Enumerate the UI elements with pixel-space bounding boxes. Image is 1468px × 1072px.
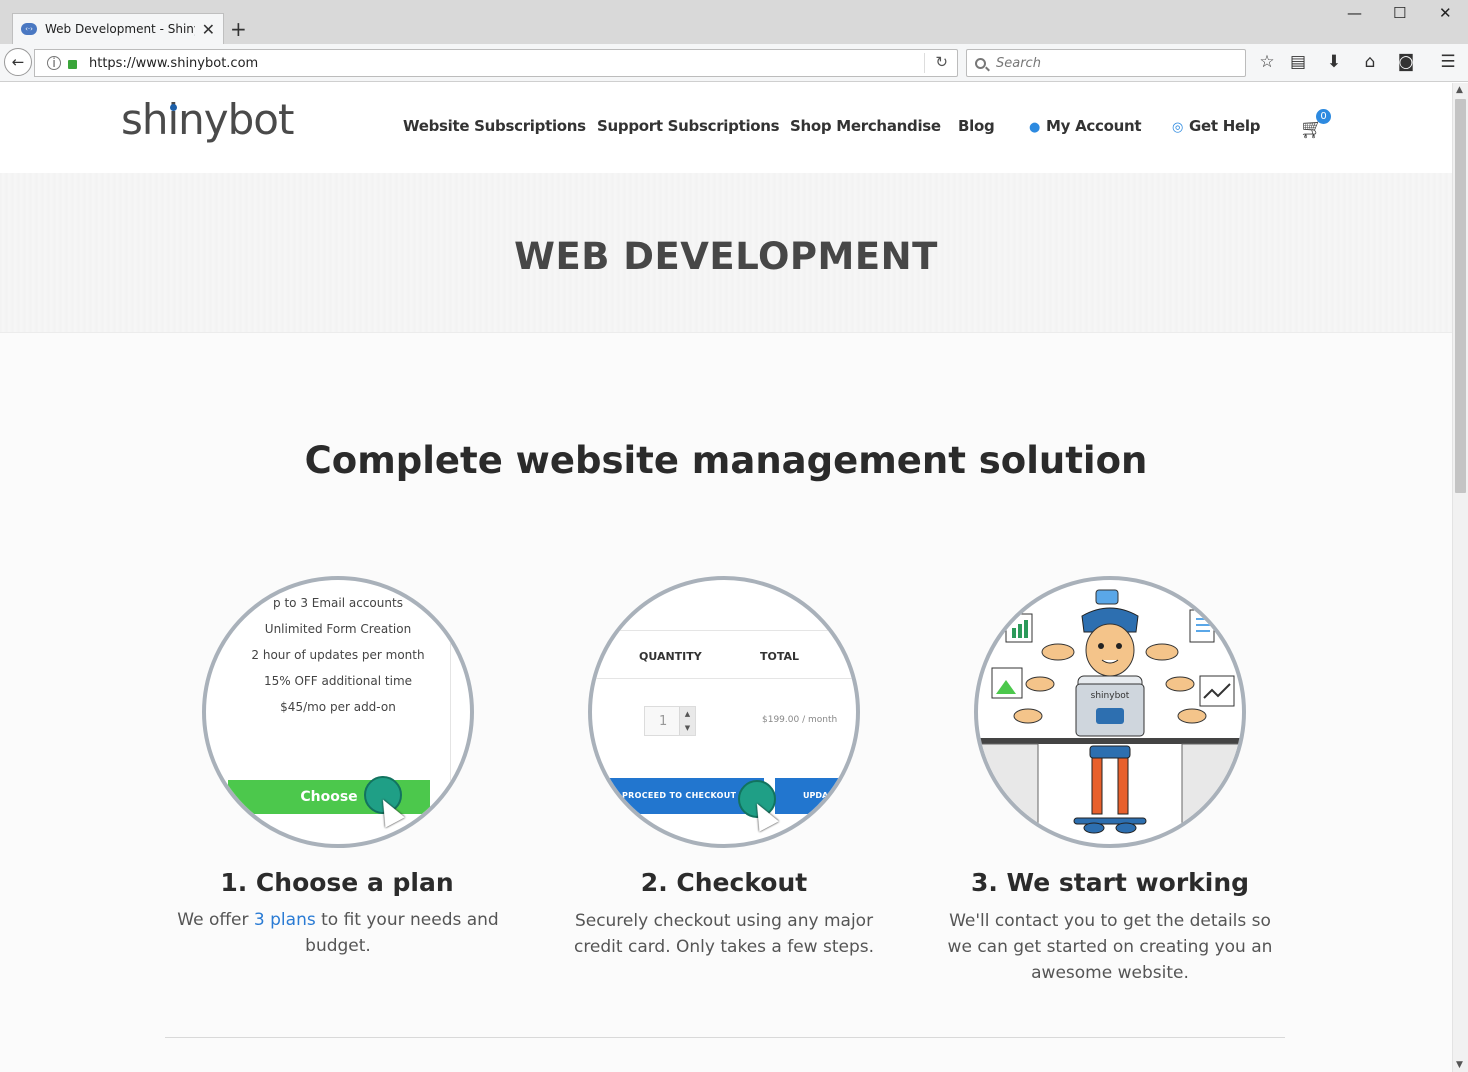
web-page: shinybot Website Subscriptions Support S… xyxy=(0,83,1452,1072)
step-2-description: Securely checkout using any major credit… xyxy=(573,911,875,957)
search-input[interactable]: Search xyxy=(966,49,1246,77)
search-placeholder: Search xyxy=(996,55,1041,71)
laptop-label: shinybot xyxy=(1091,691,1130,701)
nav-get-help-label: Get Help xyxy=(1189,117,1261,135)
nav-blog[interactable]: Blog xyxy=(958,117,995,135)
step-1-desc-text: to fit your needs and budget. xyxy=(305,910,499,956)
page-title: WEB DEVELOPMENT xyxy=(514,235,938,278)
library-icon[interactable]: ▤ xyxy=(1287,52,1309,72)
scrollbar-thumb[interactable] xyxy=(1455,99,1466,493)
cart-count-badge: 0 xyxy=(1316,109,1331,124)
step-3-title: 3. We start working xyxy=(970,868,1250,897)
nav-website-subscriptions[interactable]: Website Subscriptions xyxy=(403,117,586,135)
logo-dot xyxy=(170,104,177,111)
browser-tab-bar: ‹·› Web Development - Shinybot ✕ + — ☐ ✕ xyxy=(0,0,1468,44)
section-divider xyxy=(165,1037,1285,1038)
quantity-stepper: 1 ▲ ▼ xyxy=(644,706,696,736)
total-column-header: TOTAL xyxy=(760,650,800,663)
step-2-title: 2. Checkout xyxy=(640,868,808,897)
back-button[interactable]: ← xyxy=(4,48,32,76)
download-icon[interactable]: ⬇ xyxy=(1323,52,1345,72)
scroll-up-arrow-icon[interactable]: ▲ xyxy=(1456,85,1463,95)
browser-tab[interactable]: ‹·› Web Development - Shinybot ✕ xyxy=(12,13,224,44)
quantity-value: 1 xyxy=(659,714,668,729)
address-bar[interactable]: i https://www.shinybot.com ↻ xyxy=(34,49,958,77)
browser-toolbar: ← i https://www.shinybot.com ↻ Search ☆ … xyxy=(0,44,1468,82)
nav-my-account-label: My Account xyxy=(1046,117,1142,135)
minimize-icon[interactable]: — xyxy=(1347,4,1362,22)
developer-illustration-svg: shinybot xyxy=(978,589,1242,844)
update-cart-button: UPDA xyxy=(775,778,856,814)
tab-title: Web Development - Shinybot xyxy=(45,22,195,36)
step-1-description: We offer 3 plans to fit your needs and b… xyxy=(168,907,508,959)
plan-feature: p to 3 Email accounts xyxy=(273,596,403,610)
lifebuoy-icon: ◎ xyxy=(1172,120,1184,135)
plan-card-border xyxy=(450,580,451,800)
info-icon[interactable]: i xyxy=(47,56,61,70)
bookmark-star-icon[interactable]: ☆ xyxy=(1256,52,1278,72)
plan-feature: 15% OFF additional time xyxy=(263,674,413,688)
spinner-arrows-icon: ▲ ▼ xyxy=(679,707,695,735)
nav-get-help[interactable]: ◎ Get Help xyxy=(1172,117,1260,135)
site-header: shinybot Website Subscriptions Support S… xyxy=(0,83,1452,173)
step-3-description: We'll contact you to get the details so … xyxy=(947,911,1273,983)
section-title: Complete website management solution xyxy=(304,439,1148,482)
pocket-icon[interactable]: ◙ xyxy=(1395,52,1417,72)
close-tab-icon[interactable]: ✕ xyxy=(202,20,215,39)
url-text: https://www.shinybot.com xyxy=(89,55,259,71)
nav-my-account[interactable]: ● My Account xyxy=(1029,117,1142,135)
plans-link[interactable]: 3 plans xyxy=(254,910,316,930)
maximize-icon[interactable]: ☐ xyxy=(1393,4,1406,22)
menu-icon[interactable]: ☰ xyxy=(1437,52,1459,72)
page-scrollbar[interactable]: ▲ ▼ xyxy=(1452,83,1468,1072)
table-line xyxy=(592,678,856,679)
search-icon xyxy=(975,57,986,69)
plan-feature: 2 hour of updates per month xyxy=(251,648,425,662)
site-logo[interactable]: shinybot xyxy=(121,95,294,144)
developer-illustration: shinybot xyxy=(974,576,1246,848)
reload-icon[interactable]: ↻ xyxy=(935,53,948,71)
scroll-down-arrow-icon[interactable]: ▼ xyxy=(1456,1060,1463,1070)
total-price: $199.00 / month xyxy=(762,715,838,725)
nav-support-subscriptions[interactable]: Support Subscriptions xyxy=(597,117,780,135)
home-icon[interactable]: ⌂ xyxy=(1359,52,1381,72)
hero-banner: WEB DEVELOPMENT xyxy=(0,173,1452,333)
quantity-column-header: QUANTITY xyxy=(639,650,702,663)
plan-preview-image: p to 3 Email accounts Unlimited Form Cre… xyxy=(202,576,474,848)
step-1-title: 1. Choose a plan xyxy=(220,868,454,897)
new-tab-button[interactable]: + xyxy=(230,17,247,41)
nav-shop-merchandise[interactable]: Shop Merchandise xyxy=(790,117,941,135)
table-line xyxy=(592,630,856,631)
checkout-preview-image: QUANTITY TOTAL 1 ▲ ▼ $199.00 / month PROC… xyxy=(588,576,860,848)
plan-feature: Unlimited Form Creation xyxy=(264,622,412,636)
step-1-desc-text: We offer xyxy=(177,910,254,930)
lock-icon xyxy=(68,59,77,69)
favicon-icon: ‹·› xyxy=(21,23,37,35)
url-separator xyxy=(924,53,925,73)
close-window-icon[interactable]: ✕ xyxy=(1439,4,1452,22)
user-icon: ● xyxy=(1029,120,1041,135)
plan-feature: $45/mo per add-on xyxy=(280,700,396,714)
